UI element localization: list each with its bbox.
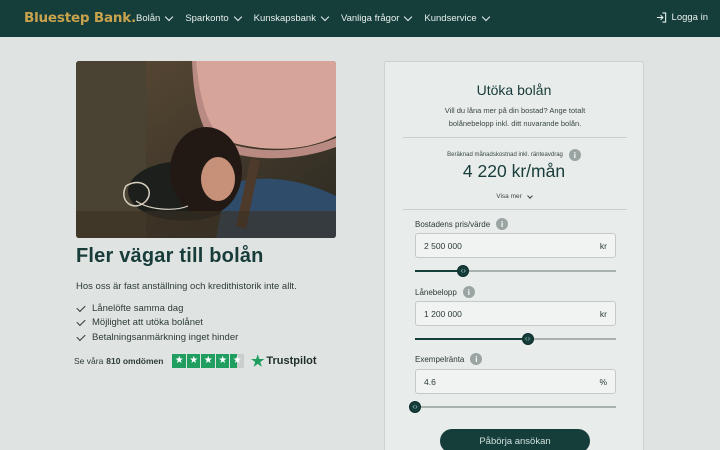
trustpilot-star-icon: ★ bbox=[250, 353, 265, 370]
usp-text: Möjlighet att utöka bolånet bbox=[92, 317, 203, 329]
start-application-button[interactable]: Påbörja ansökan bbox=[440, 429, 590, 450]
property-value-slider[interactable] bbox=[415, 265, 616, 277]
top-navigation-bar: Bluestep Bank. Bolån Sparkonto Kunskapsb… bbox=[0, 0, 720, 37]
chevron-down-icon bbox=[320, 12, 330, 22]
calculator-description: Vill du låna mer på din bostad? Ange tot… bbox=[444, 106, 586, 128]
chevron-down-icon bbox=[165, 12, 174, 22]
estimate-label-row: Beräknad månadskostnad inkl. ränteavdrag… bbox=[385, 149, 643, 161]
info-icon[interactable]: i bbox=[462, 286, 475, 298]
usp-item: Betalningsanmärkning inget hinder bbox=[76, 330, 238, 345]
login-label: Logga in bbox=[671, 12, 708, 23]
usp-text: Lånelöfte samma dag bbox=[92, 302, 184, 314]
check-icon bbox=[76, 331, 86, 341]
slider-track bbox=[415, 406, 616, 408]
chevron-down-icon bbox=[233, 12, 242, 22]
usp-item: Möjlighet att utöka bolånet bbox=[76, 316, 238, 331]
chevron-down-icon bbox=[481, 12, 490, 22]
usp-item: Lånelöfte samma dag bbox=[76, 301, 238, 316]
input-value: 4.6 bbox=[424, 376, 436, 387]
input-value: 2 500 000 bbox=[424, 240, 462, 251]
loan-amount-label-row: Lånebelopp i bbox=[415, 286, 475, 298]
star-half-icon: ★ bbox=[230, 354, 244, 368]
login-button[interactable]: Logga in bbox=[656, 12, 708, 23]
page-title: Fler vägar till bolån bbox=[76, 245, 264, 267]
info-icon[interactable]: i bbox=[470, 353, 483, 365]
slider-handle[interactable] bbox=[409, 401, 421, 413]
main-nav: Bolån Sparkonto Kunskapsbank Vanliga frå… bbox=[136, 0, 502, 37]
nav-label: Vanliga frågor bbox=[340, 13, 400, 24]
field-label: Bostadens pris/värde bbox=[415, 219, 491, 229]
trustpilot-brand: Trustpilot bbox=[266, 355, 317, 367]
show-more-button[interactable]: Visa mer bbox=[385, 192, 643, 200]
nav-label: Bolån bbox=[136, 13, 161, 24]
divider bbox=[403, 209, 627, 210]
hero-subtitle: Hos oss är fast anställning och kredithi… bbox=[76, 281, 297, 292]
loan-calculator-card: Utöka bolån Vill du låna mer på din bost… bbox=[384, 61, 644, 450]
interest-rate-input[interactable]: 4.6 % bbox=[415, 369, 616, 394]
bluestep-logo[interactable]: Bluestep Bank. bbox=[24, 10, 136, 26]
review-count: 810 omdömen bbox=[106, 356, 164, 366]
check-icon bbox=[76, 317, 86, 327]
property-value-label-row: Bostadens pris/värde i bbox=[415, 218, 509, 230]
nav-bolan[interactable]: Bolån bbox=[136, 12, 174, 24]
check-icon bbox=[76, 302, 86, 312]
slider-fill bbox=[415, 270, 464, 272]
loan-amount-slider[interactable] bbox=[415, 333, 616, 345]
input-unit: kr bbox=[599, 240, 607, 251]
loan-amount-input[interactable]: 1 200 000 kr bbox=[415, 301, 616, 326]
nav-label: Kunskapsbank bbox=[253, 13, 316, 24]
trustpilot-widget[interactable]: Se våra 810 omdömen ★ ★ ★ ★ ★ ★ Trustpil… bbox=[74, 352, 317, 370]
rating-stars: ★ ★ ★ ★ ★ bbox=[172, 354, 245, 368]
star-icon: ★ bbox=[172, 354, 186, 368]
nav-vanliga-fragor[interactable]: Vanliga frågor bbox=[340, 12, 413, 24]
field-label: Exempelränta bbox=[415, 354, 465, 364]
slider-handle[interactable] bbox=[457, 265, 470, 277]
input-unit: % bbox=[599, 376, 607, 387]
interest-rate-slider[interactable] bbox=[409, 401, 616, 413]
usp-text: Betalningsanmärkning inget hinder bbox=[92, 331, 239, 343]
calculator-title: Utöka bolån bbox=[476, 82, 552, 98]
chevron-down-icon bbox=[526, 192, 533, 199]
slider-handle[interactable] bbox=[521, 333, 534, 345]
estimate-label: Beräknad månadskostnad inkl. ränteavdrag bbox=[447, 152, 563, 158]
trustpilot-logo: ★ Trustpilot bbox=[251, 352, 317, 370]
chevron-down-icon bbox=[404, 12, 413, 22]
nav-label: Kundservice bbox=[424, 13, 477, 24]
field-label: Lånebelopp bbox=[415, 287, 457, 297]
trustpilot-prefix: Se våra bbox=[74, 356, 104, 366]
slider-fill bbox=[415, 338, 528, 340]
star-icon: ★ bbox=[201, 354, 215, 368]
info-icon[interactable]: i bbox=[568, 149, 581, 161]
info-icon[interactable]: i bbox=[496, 218, 509, 230]
nav-kundservice[interactable]: Kundservice bbox=[424, 12, 490, 24]
monthly-cost-value: 4 220 kr/mån bbox=[462, 161, 566, 181]
star-icon: ★ bbox=[215, 354, 230, 368]
input-value: 1 200 000 bbox=[424, 308, 462, 319]
input-unit: kr bbox=[599, 308, 607, 319]
star-icon: ★ bbox=[186, 354, 201, 368]
usp-list: Lånelöfte samma dag Möjlighet att utöka … bbox=[76, 301, 238, 345]
show-more-label: Visa mer bbox=[496, 193, 522, 200]
login-icon bbox=[656, 12, 666, 23]
nav-label: Sparkonto bbox=[185, 13, 229, 24]
nav-kunskapsbank[interactable]: Kunskapsbank bbox=[253, 12, 330, 24]
interest-rate-label-row: Exempelränta i bbox=[415, 353, 483, 365]
property-value-input[interactable]: 2 500 000 kr bbox=[415, 233, 616, 258]
nav-sparkonto[interactable]: Sparkonto bbox=[185, 12, 242, 24]
hero-image bbox=[76, 61, 336, 238]
divider bbox=[403, 137, 627, 138]
